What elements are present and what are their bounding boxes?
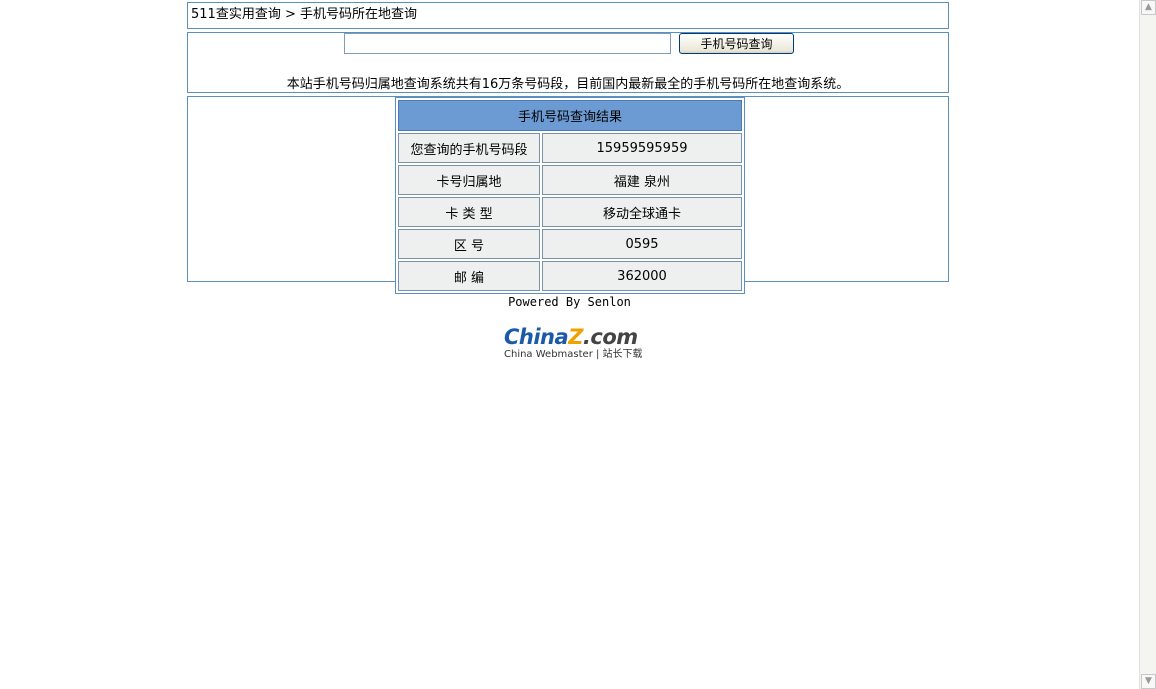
scroll-down-icon[interactable]: ▼ [1141, 674, 1156, 689]
logo-wordmark: ChinaZ.com [504, 325, 650, 349]
phone-search-button[interactable]: 手机号码查询 [679, 33, 794, 54]
system-notice: 本站手机号码归属地查询系统共有16万条号码段，目前国内最新最全的手机号码所在地查… [286, 77, 850, 92]
result-title: 手机号码查询结果 [398, 100, 742, 131]
breadcrumb-site-link[interactable]: 511查实用查询 [191, 7, 281, 22]
breadcrumb-current: 手机号码所在地查询 [300, 7, 418, 22]
phone-number-input[interactable] [344, 33, 671, 54]
row-value-area-code: 0595 [542, 229, 742, 259]
row-label-postcode: 邮 编 [398, 261, 540, 291]
result-panel: 手机号码查询结果 您查询的手机号码段 15959595959 卡号归属地 福建 … [187, 96, 949, 294]
breadcrumb-separator: > [280, 7, 300, 22]
table-row: 卡号归属地 福建 泉州 [398, 165, 742, 195]
chinaz-logo[interactable]: ChinaZ.com China Webmaster | 站长下载 [504, 325, 650, 365]
result-header-row: 手机号码查询结果 [398, 100, 742, 131]
vertical-scrollbar[interactable]: ▲ ▼ [1139, 0, 1156, 689]
row-label-phone-segment: 您查询的手机号码段 [398, 133, 540, 163]
powered-by-text: Powered By Senlon [508, 295, 631, 309]
row-value-location: 福建 泉州 [542, 165, 742, 195]
scroll-up-icon[interactable]: ▲ [1141, 0, 1156, 15]
logo-z: Z [568, 325, 583, 349]
page-container: 511查实用查询 > 手机号码所在地查询 手机号码查询 本站手机号码归属地查询系… [187, 2, 949, 294]
table-row: 邮 编 362000 [398, 261, 742, 291]
logo-subtitle: China Webmaster | 站长下载 [504, 349, 643, 360]
result-table: 手机号码查询结果 您查询的手机号码段 15959595959 卡号归属地 福建 … [395, 97, 745, 294]
row-label-location: 卡号归属地 [398, 165, 540, 195]
row-value-card-type: 移动全球通卡 [542, 197, 742, 227]
table-row: 卡 类 型 移动全球通卡 [398, 197, 742, 227]
row-label-area-code: 区 号 [398, 229, 540, 259]
logo-suffix: .com [582, 325, 638, 349]
table-row: 区 号 0595 [398, 229, 742, 259]
row-value-postcode: 362000 [542, 261, 742, 291]
row-value-phone-segment: 15959595959 [542, 133, 742, 163]
logo-prefix: China [504, 325, 569, 349]
row-label-card-type: 卡 类 型 [398, 197, 540, 227]
search-panel: 手机号码查询 本站手机号码归属地查询系统共有16万条号码段，目前国内最新最全的手… [187, 32, 949, 93]
breadcrumb: 511查实用查询 > 手机号码所在地查询 [187, 2, 949, 29]
table-row: 您查询的手机号码段 15959595959 [398, 133, 742, 163]
